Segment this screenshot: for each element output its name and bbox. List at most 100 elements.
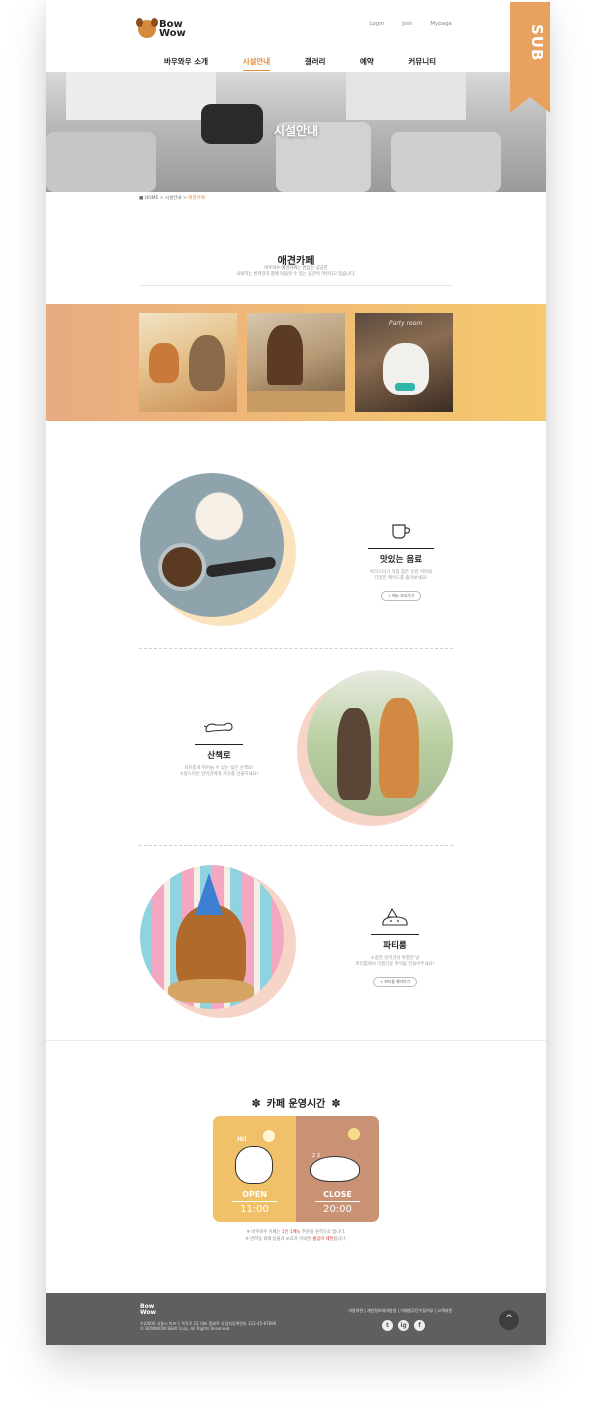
close-underline xyxy=(315,1201,360,1202)
note-text: ※ 바우와우 카페는 xyxy=(246,1230,282,1235)
page: Bow Wow Login Join Mypage 바우와우 소개 시설안내 갤… xyxy=(46,0,546,1345)
logo-text: Bow Wow xyxy=(159,20,186,39)
feature-title: 산책로 xyxy=(195,744,243,761)
breadcrumb-home[interactable]: HOME xyxy=(145,196,159,201)
feature-title: 맛있는 음료 xyxy=(367,548,435,565)
note-highlight: 출입이 제한 xyxy=(312,1237,334,1242)
zzz-icon: z z xyxy=(312,1152,321,1159)
feature-desc: 자유롭게 뛰어놀 수 있는 넓은 산책로! 사랑스러운 반려견에게 자유를 선물… xyxy=(164,766,274,778)
feature-party: 파티룸 소중한 반려견의 특별한 날 파티룸에서 아름다운 추억을 만들어주세요… xyxy=(340,907,450,987)
section-separator xyxy=(46,1040,546,1041)
book-party-room-button[interactable]: + 파티룸 예약하기 xyxy=(372,977,418,987)
logo[interactable]: Bow Wow xyxy=(136,18,186,39)
hours-note-line2: ※ 반려동 외에 동물과 보호자 이외엔 출입이 제한됩니다. xyxy=(46,1236,546,1243)
party-hat-icon xyxy=(195,873,223,915)
dog-shape xyxy=(189,335,225,391)
dog-logo-icon xyxy=(136,18,158,38)
note-text: ※ 반려동 외에 동물과 보호자 이외엔 xyxy=(245,1237,313,1242)
view-menu-button[interactable]: + 메뉴 보러가기 xyxy=(380,591,422,601)
hero-sofa-shape xyxy=(46,132,156,192)
nav-item-reservation[interactable]: 예약 xyxy=(360,56,374,71)
feature-drinks: 맛있는 음료 바리스타가 직접 뽑은 진한 커피와 다양한 메이드를 즐겨보세요… xyxy=(346,522,456,601)
person-shape xyxy=(267,325,303,385)
portafilter-shape xyxy=(205,556,277,578)
instagram-icon[interactable]: ig xyxy=(398,1320,409,1331)
join-link[interactable]: Join xyxy=(402,21,412,27)
close-label: CLOSE xyxy=(323,1190,352,1199)
feature-photo-party xyxy=(140,865,284,1009)
footer-logo-line2: Wow xyxy=(140,1309,157,1316)
gallery-caption: Party room xyxy=(389,320,423,327)
cake-shape xyxy=(168,979,254,1003)
feature-desc: 바리스타가 직접 뽑은 진한 커피와 다양한 메이드를 즐겨보세요! xyxy=(346,570,456,582)
footer: Bow Wow 우)0000 서울시 마포구 독막로 22 대표 홍혜주 사업자… xyxy=(46,1293,546,1345)
feature-desc: 소중한 반려견의 특별한 날 파티룸에서 아름다운 추억을 만들어주세요! xyxy=(340,956,450,968)
section-title: 애견카페 xyxy=(277,256,315,267)
walking-dog-icon xyxy=(164,718,274,738)
gallery-band: Party room xyxy=(46,304,546,421)
footer-links[interactable]: 이용약관 | 개인정보처리방침 | 이메일무단수집거부 | 고객지원 xyxy=(348,1308,452,1314)
breadcrumb-level1[interactable]: 시설안내 xyxy=(165,196,182,201)
breadcrumb-current: 애견카페 xyxy=(188,196,205,201)
hours-title: ✽ 카페 운영시간 ✽ xyxy=(46,1095,546,1110)
gallery-photo-dogs-running[interactable] xyxy=(139,313,237,412)
open-underline xyxy=(232,1201,277,1202)
nav-item-about[interactable]: 바우와우 소개 xyxy=(164,56,208,71)
open-panel: Hi! OPEN 11:00 xyxy=(213,1116,296,1222)
note-highlight: 1인 1메뉴 xyxy=(281,1230,301,1235)
feature-desc-line2: 다양한 메이드를 즐겨보세요! xyxy=(374,576,428,581)
open-time: 11:00 xyxy=(240,1204,269,1215)
nav-item-gallery[interactable]: 갤러리 xyxy=(305,56,326,71)
hi-text: Hi! xyxy=(237,1136,247,1143)
sun-icon xyxy=(263,1130,275,1142)
twitter-icon[interactable]: t xyxy=(382,1320,393,1331)
sub-ribbon: SUB xyxy=(510,2,550,113)
hours-title-text: 카페 운영시간 xyxy=(266,1099,326,1110)
header: Bow Wow Login Join Mypage 바우와우 소개 시설안내 갤… xyxy=(46,0,546,72)
dog-shape xyxy=(379,698,419,798)
feature-photo-coffee xyxy=(140,473,284,617)
breadcrumb-separator: > xyxy=(183,196,187,201)
hero-window-shape xyxy=(66,72,216,120)
feature-divider xyxy=(139,845,453,846)
nav-item-community[interactable]: 커뮤니티 xyxy=(408,56,436,71)
hero-banner: 시설안내 xyxy=(46,72,546,192)
feature-desc-line2: 파티룸에서 아름다운 추억을 만들어주세요! xyxy=(355,962,435,967)
section-divider xyxy=(139,285,453,286)
feature-title: 파티룸 xyxy=(371,934,419,951)
breadcrumb-separator: > xyxy=(159,196,164,201)
feature-photo-walk xyxy=(307,670,453,816)
feature-desc-line2: 사랑스러운 반려견에게 자유를 선물하세요! xyxy=(179,772,259,777)
gallery-photo-party-dog[interactable]: Party room xyxy=(355,313,453,412)
mypage-link[interactable]: Mypage xyxy=(430,21,452,27)
login-link[interactable]: Login xyxy=(369,21,384,27)
coffee-beans-shape xyxy=(158,543,206,591)
sub-ribbon-label: SUB xyxy=(528,24,546,62)
feature-divider xyxy=(139,648,453,649)
footer-address: 우)0000 서울시 마포구 독막로 22 대표 홍혜주 사업자등록번호 123… xyxy=(140,1321,276,1331)
paw-icon: ✽ xyxy=(251,1097,261,1110)
paw-icon: ✽ xyxy=(331,1097,341,1110)
hours-note: ※ 바우와우 카페는 1인 1메뉴 주문을 원칙으로 합니다. ※ 반려동 외에… xyxy=(46,1229,546,1243)
hero-sofa-shape xyxy=(391,132,501,192)
hero-window-shape xyxy=(346,72,466,120)
sleeping-dog-icon xyxy=(310,1156,360,1182)
feature-walk: 산책로 자유롭게 뛰어놀 수 있는 넓은 산책로! 사랑스러운 반려견에게 자유… xyxy=(164,718,274,778)
scroll-top-button[interactable]: ^ xyxy=(499,1310,519,1330)
main-nav: 바우와우 소개 시설안내 갤러리 예약 커뮤니티 xyxy=(164,56,436,71)
footer-logo[interactable]: Bow Wow xyxy=(140,1304,156,1316)
nav-item-facilities[interactable]: 시설안내 xyxy=(242,56,271,71)
dog-shape xyxy=(149,343,179,383)
gallery-photo-cafe-people[interactable] xyxy=(247,313,345,412)
cup-icon xyxy=(346,522,456,542)
breadcrumb: ■ HOME > 시설안내 > 애견카페 xyxy=(139,195,205,201)
hero-title: 시설안내 xyxy=(273,124,319,138)
hours-note-line1: ※ 바우와우 카페는 1인 1메뉴 주문을 원칙으로 합니다. xyxy=(46,1229,546,1236)
section-desc-line2: 사랑하는 반려견과 함께 마음껏 수 있는 공간이 마련되고 있습니다. xyxy=(236,272,356,277)
party-dog-icon xyxy=(340,907,450,928)
note-text: 주문을 원칙으로 합니다. xyxy=(300,1230,346,1235)
bowtie-icon xyxy=(395,383,415,391)
logo-line2: Wow xyxy=(159,28,186,39)
note-text: 됩니다. xyxy=(333,1237,347,1242)
facebook-icon[interactable]: f xyxy=(414,1320,425,1331)
